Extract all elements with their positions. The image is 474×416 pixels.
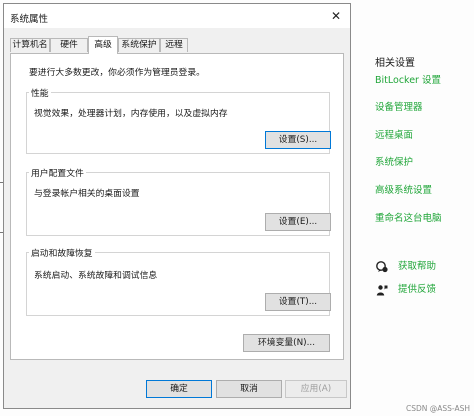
- user-profiles-title: 用户配置文件: [29, 166, 86, 179]
- startup-recovery-desc: 系统启动、系统故障和调试信息: [34, 271, 158, 281]
- tab-computer-name[interactable]: 计算机名: [10, 38, 50, 52]
- tab-advanced[interactable]: 高级: [88, 36, 118, 54]
- user-profiles-desc: 与登录帐户相关的桌面设置: [34, 189, 140, 199]
- feedback-link[interactable]: 提供反馈: [376, 281, 436, 296]
- get-help-label: 获取帮助: [398, 261, 437, 272]
- dialog-title: 系统属性: [10, 14, 49, 25]
- feedback-label: 提供反馈: [398, 284, 437, 295]
- performance-desc: 视觉效果，处理器计划，内存使用，以及虚拟内存: [34, 109, 228, 119]
- remote-desktop-link[interactable]: 远程桌面: [375, 127, 413, 141]
- performance-settings-button[interactable]: 设置(S)...: [265, 131, 331, 149]
- title-bar: 系统属性 ✕: [4, 4, 350, 28]
- advanced-panel: 要进行大多数更改，你必须作为管理员登录。 性能 视觉效果，处理器计划，内存使用，…: [10, 53, 344, 360]
- cancel-button[interactable]: 取消: [216, 380, 282, 398]
- environment-variables-button[interactable]: 环境变量(N)...: [243, 334, 330, 352]
- performance-title: 性能: [29, 86, 51, 99]
- get-help-link[interactable]: 获取帮助: [376, 258, 436, 273]
- user-profiles-group: 用户配置文件 与登录帐户相关的桌面设置 设置(E)...: [26, 166, 331, 236]
- admin-notice: 要进行大多数更改，你必须作为管理员登录。: [29, 68, 205, 78]
- advanced-system-settings-link[interactable]: 高级系统设置: [375, 182, 432, 196]
- startup-recovery-group: 启动和故障恢复 系统启动、系统故障和调试信息 设置(T)...: [26, 246, 331, 316]
- startup-recovery-title: 启动和故障恢复: [29, 246, 95, 259]
- ok-button[interactable]: 确定: [146, 380, 212, 398]
- apply-button[interactable]: 应用(A): [285, 380, 347, 398]
- startup-recovery-settings-button[interactable]: 设置(T)...: [265, 293, 331, 311]
- close-icon[interactable]: ✕: [322, 4, 350, 28]
- feedback-person-icon: [376, 284, 388, 296]
- related-settings-title: 相关设置: [375, 58, 415, 69]
- system-properties-dialog: 系统属性 ✕ 计算机名 硬件 高级 系统保护 远程 要进行大多数更改，你必须作为…: [3, 3, 351, 409]
- help-chat-icon: [376, 260, 388, 273]
- watermark: CSDN @ASS-ASH: [406, 404, 470, 413]
- device-manager-link[interactable]: 设备管理器: [375, 99, 423, 113]
- system-protection-link[interactable]: 系统保护: [375, 154, 413, 168]
- tab-remote[interactable]: 远程: [160, 38, 188, 52]
- performance-group: 性能 视觉效果，处理器计划，内存使用，以及虚拟内存 设置(S)...: [26, 86, 331, 154]
- user-profiles-settings-button[interactable]: 设置(E)...: [265, 213, 331, 231]
- tab-hardware[interactable]: 硬件: [50, 38, 88, 52]
- tab-system-protection[interactable]: 系统保护: [118, 38, 160, 52]
- rename-pc-link[interactable]: 重命名这台电脑: [375, 210, 442, 224]
- bitlocker-settings-link[interactable]: BitLocker 设置: [375, 72, 441, 86]
